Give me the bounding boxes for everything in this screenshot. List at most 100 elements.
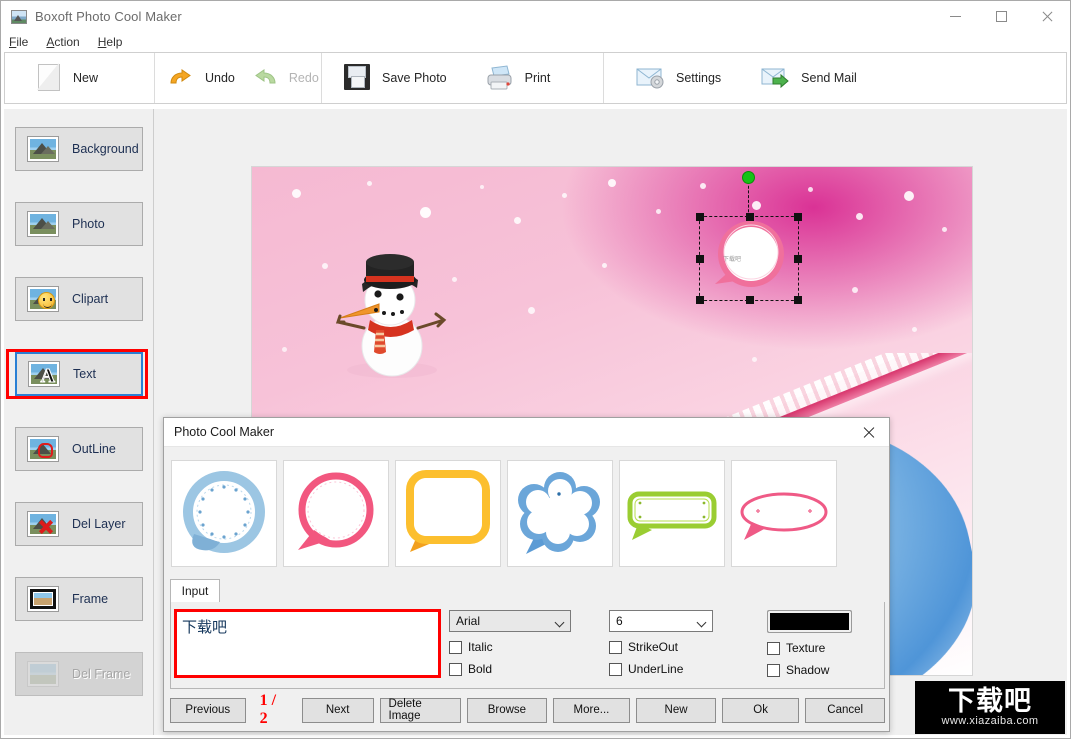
- previous-button[interactable]: Previous: [170, 697, 246, 723]
- floppy-disk-icon: [344, 64, 372, 92]
- color-column: Texture Shadow: [767, 610, 867, 677]
- checkbox-underline[interactable]: UnderLine: [609, 662, 713, 676]
- checkbox-italic-box[interactable]: [449, 640, 462, 654]
- sidebar-item-del-layer[interactable]: Del Layer: [15, 502, 143, 546]
- toolbar-print-button[interactable]: Print: [461, 53, 565, 103]
- resize-handle-sw[interactable]: [696, 296, 704, 304]
- toolbar-redo-button[interactable]: Redo: [243, 53, 329, 103]
- dialog-input-panel: Arial Italic Bold 6: [170, 602, 885, 689]
- maximize-button[interactable]: [978, 1, 1024, 32]
- sidebar-label-outline: OutLine: [72, 442, 116, 456]
- toolbar: New Undo Redo Save Photo Print Settings …: [4, 52, 1067, 104]
- watermark-logo: 下载吧 www.xiazaiba.com: [915, 681, 1065, 734]
- toolbar-group-file: New: [5, 53, 155, 103]
- checkbox-shadow-label: Shadow: [786, 663, 830, 677]
- checkbox-underline-box[interactable]: [609, 662, 622, 676]
- toolbar-send-mail-label: Send Mail: [801, 71, 857, 85]
- photo-smiley-icon: [27, 286, 59, 312]
- thumbnail-blue-star-circle-bubble[interactable]: [171, 460, 277, 567]
- resize-handle-se[interactable]: [794, 296, 802, 304]
- sidebar-label-del-layer: Del Layer: [72, 517, 126, 531]
- menu-file[interactable]: File: [9, 35, 28, 49]
- sidebar-label-del-frame: Del Frame: [72, 667, 131, 681]
- page-indicator: 1 / 2: [259, 692, 277, 727]
- checkbox-italic[interactable]: Italic: [449, 640, 571, 654]
- app-photo-icon: [11, 9, 27, 24]
- photo-outline-icon: [27, 436, 59, 462]
- photo-letter-a-icon: A: [28, 361, 60, 387]
- checkbox-bold[interactable]: Bold: [449, 662, 571, 676]
- toolbar-settings-button[interactable]: Settings: [604, 53, 735, 103]
- resize-handle-ne[interactable]: [794, 213, 802, 221]
- toolbar-settings-label: Settings: [676, 71, 722, 85]
- next-button[interactable]: Next: [301, 697, 374, 723]
- thumbnail-blue-cloud-flower-bubble[interactable]: [507, 460, 613, 567]
- sidebar-item-clipart[interactable]: Clipart: [15, 277, 143, 321]
- ok-button[interactable]: Ok: [721, 697, 800, 723]
- browse-button[interactable]: Browse: [467, 697, 547, 723]
- sidebar-item-photo[interactable]: Photo: [15, 202, 143, 246]
- toolbar-send-mail-button[interactable]: Send Mail: [735, 53, 871, 103]
- checkbox-bold-box[interactable]: [449, 662, 462, 676]
- resize-handle-w[interactable]: [696, 255, 704, 263]
- minimize-button[interactable]: [932, 1, 978, 32]
- photo-cool-maker-dialog: Photo Cool Maker Input 下载吧 Arial Italic …: [163, 417, 890, 732]
- checkbox-underline-label: UnderLine: [628, 662, 684, 676]
- thumbnail-pink-ellipse-bubble[interactable]: [731, 460, 837, 567]
- sidebar-item-frame[interactable]: Frame: [15, 577, 143, 621]
- sidebar-item-del-frame: Del Frame: [15, 652, 143, 696]
- menu-help[interactable]: Help: [98, 35, 123, 49]
- font-size-select[interactable]: 6: [609, 610, 713, 632]
- toolbar-save-photo-button[interactable]: Save Photo: [322, 53, 461, 103]
- thumbnail-orange-rounded-square-bubble[interactable]: [395, 460, 501, 567]
- rotation-connector-line: [748, 181, 749, 217]
- dialog-close-button[interactable]: [847, 418, 889, 447]
- more-button[interactable]: More...: [552, 697, 631, 723]
- photo-thumb-icon: [27, 211, 59, 237]
- toolbar-group-mail: Settings Send Mail: [604, 53, 1066, 103]
- menu-action[interactable]: Action: [46, 35, 79, 49]
- dialog-title: Photo Cool Maker: [174, 425, 275, 439]
- thumbnail-pink-circle-bubble[interactable]: [283, 460, 389, 567]
- photo-frame-icon: [27, 586, 59, 612]
- cancel-button[interactable]: Cancel: [805, 697, 885, 723]
- resize-handle-e[interactable]: [794, 255, 802, 263]
- text-input[interactable]: [177, 612, 438, 675]
- delete-image-button[interactable]: Delete Image: [379, 697, 462, 723]
- sidebar-item-outline[interactable]: OutLine: [15, 427, 143, 471]
- envelope-arrow-icon: [761, 66, 791, 90]
- sidebar-item-text[interactable]: A Text: [15, 352, 143, 396]
- new-button[interactable]: New: [636, 697, 716, 723]
- checkbox-strikeout[interactable]: StrikeOut: [609, 640, 713, 654]
- new-page-icon: [35, 63, 63, 92]
- sidebar-item-background[interactable]: Background: [15, 127, 143, 171]
- sidebar-label-background: Background: [72, 142, 139, 156]
- toolbar-new-button[interactable]: New: [5, 53, 112, 103]
- checkbox-strikeout-box[interactable]: [609, 640, 622, 654]
- checkbox-shadow[interactable]: Shadow: [767, 663, 867, 677]
- window-title: Boxoft Photo Cool Maker: [35, 9, 182, 24]
- resize-handle-nw[interactable]: [696, 213, 704, 221]
- font-family-select[interactable]: Arial: [449, 610, 571, 632]
- resize-handle-n[interactable]: [746, 213, 754, 221]
- checkbox-strikeout-label: StrikeOut: [628, 640, 679, 654]
- resize-handle-s[interactable]: [746, 296, 754, 304]
- thumbnail-green-rounded-rect-bubble[interactable]: [619, 460, 725, 567]
- checkbox-texture-box[interactable]: [767, 641, 780, 655]
- close-button[interactable]: [1024, 1, 1070, 32]
- tab-input[interactable]: Input: [170, 579, 220, 603]
- font-size-column: 6 StrikeOut UnderLine: [609, 610, 713, 676]
- checkbox-shadow-box[interactable]: [767, 663, 780, 677]
- toolbar-print-label: Print: [524, 71, 551, 85]
- font-color-swatch[interactable]: [767, 610, 852, 633]
- toolbar-save-photo-label: Save Photo: [382, 71, 447, 85]
- redo-arrow-icon: [251, 66, 279, 90]
- menu-bar: File Action Help: [1, 32, 1070, 51]
- rotation-handle[interactable]: [742, 171, 755, 184]
- envelope-gear-icon: [636, 66, 666, 90]
- sidebar-label-text: Text: [73, 367, 96, 381]
- checkbox-texture[interactable]: Texture: [767, 641, 867, 655]
- font-size-value: 6: [616, 614, 623, 628]
- font-family-column: Arial Italic Bold: [449, 610, 571, 676]
- toolbar-undo-button[interactable]: Undo: [155, 53, 243, 103]
